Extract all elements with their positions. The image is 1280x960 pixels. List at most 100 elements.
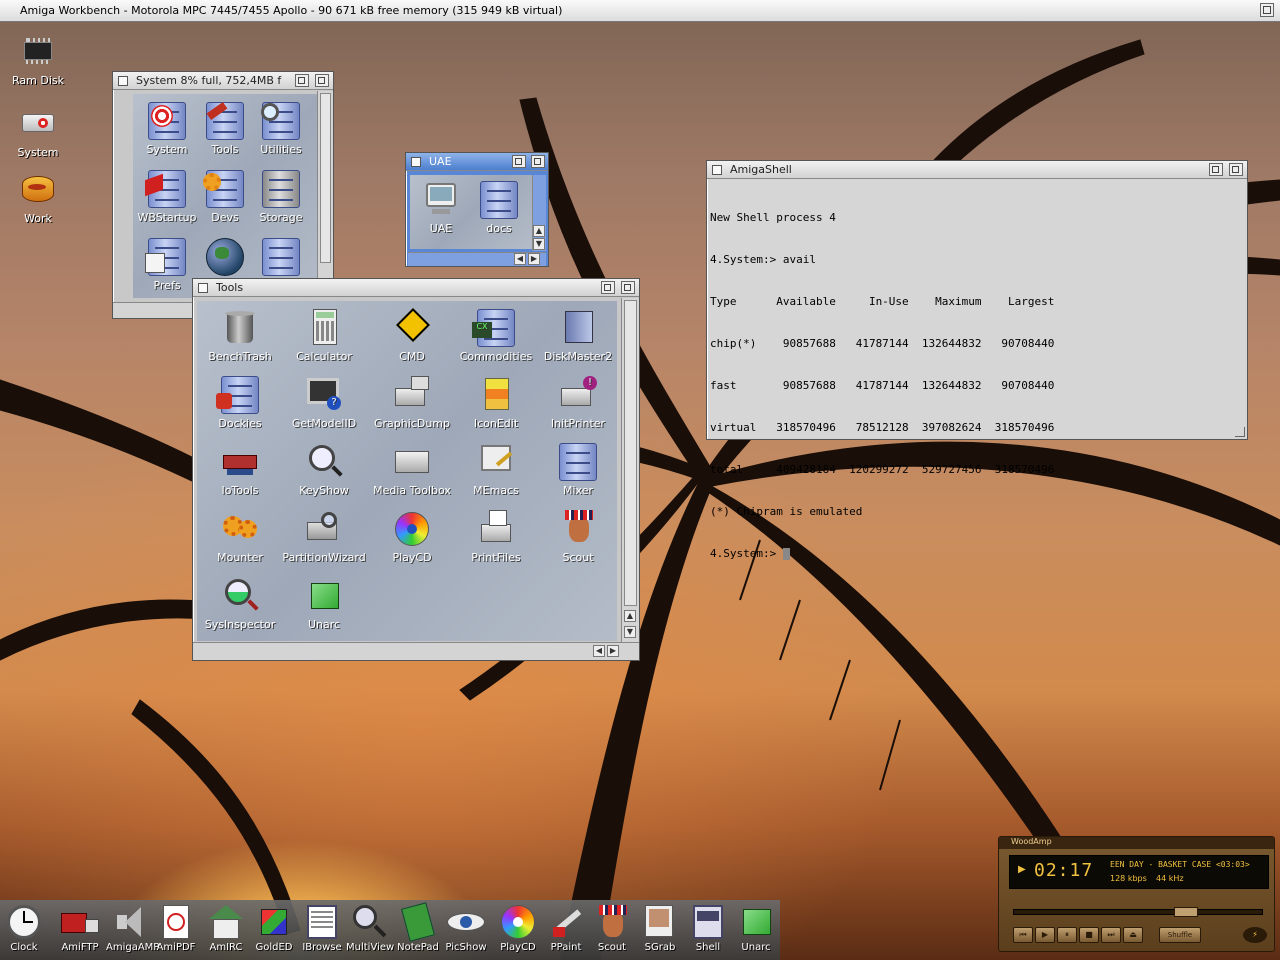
dock-item-golded[interactable]: GoldED [250, 903, 298, 953]
tool-icon-partitionwizard[interactable]: PartitionWizard [281, 510, 367, 564]
close-button[interactable] [411, 156, 421, 167]
tool-icon-scout[interactable]: Scout [535, 510, 617, 564]
tool-icon-calculator[interactable]: Calculator [281, 309, 367, 363]
uae-window-titlebar[interactable]: UAE [406, 153, 548, 171]
shuffle-button[interactable]: Shuffle [1159, 927, 1201, 943]
scroll-up-arrow[interactable]: ▲ [624, 610, 636, 622]
drawer-icon-devs[interactable]: Devs [195, 170, 255, 224]
vertical-scrollbar[interactable]: ▲ ▼ [532, 175, 546, 251]
tool-icon-unarc[interactable]: Unarc [281, 577, 367, 631]
depth-button[interactable] [315, 74, 329, 87]
woodamp-titlebar[interactable]: WoodAmp [999, 837, 1274, 849]
tool-icon-mixer[interactable]: Mixer [535, 443, 617, 497]
scroll-knob[interactable] [624, 300, 637, 606]
zoom-button[interactable] [601, 281, 615, 294]
lightning-icon[interactable]: ⚡ [1243, 927, 1267, 943]
dock-item-amirc[interactable]: AmIRC [202, 903, 250, 953]
tool-icon-memacs[interactable]: MEmacs [453, 443, 539, 497]
tool-icon-iotools[interactable]: IoTools [197, 443, 283, 497]
screen-depth-button[interactable] [1260, 3, 1274, 17]
dock-item-ibrowse[interactable]: IBrowse [298, 903, 346, 953]
dock-item-scout[interactable]: Scout [588, 903, 636, 953]
drawer-icon-system[interactable]: System [137, 102, 197, 156]
tool-icon-diskmaster2[interactable]: DiskMaster2 [535, 309, 617, 363]
woodamp-player[interactable]: WoodAmp ▶ 02:17 EEN DAY - BASKET CASE <0… [998, 836, 1275, 952]
desktop-icon-work[interactable]: Work [6, 170, 70, 225]
tool-icon-sysinspector[interactable]: SysInspector [197, 577, 283, 631]
vertical-scrollbar[interactable] [317, 91, 333, 299]
zoom-button[interactable] [295, 74, 309, 87]
next-button[interactable]: ⏭ [1101, 927, 1121, 943]
tool-icon-commodities[interactable]: CX Commodities [453, 309, 539, 363]
drawer-icon-globe[interactable] [195, 238, 255, 279]
shell-window-titlebar[interactable]: AmigaShell [707, 161, 1247, 179]
uae-drawer-window[interactable]: UAE UAE docs ▲ ▼ ◀ ▶ [405, 152, 549, 267]
dock-item-clock[interactable]: Clock [0, 903, 48, 953]
scroll-right-arrow[interactable]: ▶ [607, 645, 619, 657]
desktop-icon-ram-disk[interactable]: Ram Disk [6, 32, 70, 87]
tool-icon-playcd[interactable]: PlayCD [369, 510, 455, 564]
tool-icon-keyshow[interactable]: KeyShow [281, 443, 367, 497]
tool-icon-cmd[interactable]: CMD [369, 308, 455, 363]
dock-item-sgrab[interactable]: SGrab [636, 903, 684, 953]
close-button[interactable] [712, 164, 722, 175]
horizontal-scrollbar[interactable]: ◀ ▶ [193, 642, 639, 660]
seek-knob[interactable] [1174, 907, 1198, 917]
shell-output[interactable]: New Shell process 4 4.System:> avail Typ… [710, 183, 1230, 560]
tool-icon-printfiles[interactable]: PrintFiles [453, 510, 539, 564]
tool-icon-iconedit[interactable]: IconEdit [453, 376, 539, 430]
resize-gadget[interactable] [1235, 427, 1245, 437]
scroll-down-arrow[interactable]: ▼ [533, 238, 545, 250]
depth-button[interactable] [531, 155, 545, 168]
seek-bar[interactable] [1013, 907, 1263, 917]
scroll-right-arrow[interactable]: ▶ [528, 253, 540, 265]
scroll-up-arrow[interactable]: ▲ [533, 225, 545, 237]
drawer-icon-storage[interactable]: Storage [251, 170, 311, 224]
dock-item-multiview[interactable]: MultiView [346, 903, 394, 953]
close-button[interactable] [198, 282, 208, 293]
depth-button[interactable] [621, 281, 635, 294]
tool-icon-benchtrash[interactable]: BenchTrash [197, 309, 283, 363]
drawer-icon-unnamed[interactable] [251, 238, 311, 279]
desktop-icon-system[interactable]: System [6, 104, 70, 159]
dock-item-notepad[interactable]: NotePad [394, 902, 442, 953]
file-icon-uae[interactable]: UAE [410, 181, 472, 235]
drawer-icon-docs[interactable]: docs [468, 181, 530, 235]
dock-item-playcd[interactable]: PlayCD [494, 903, 542, 953]
dock-item-shell[interactable]: Shell [684, 903, 732, 953]
scroll-left-arrow[interactable]: ◀ [514, 253, 526, 265]
vertical-scrollbar[interactable]: ▲ ▼ [621, 298, 639, 642]
tools-drawer-window[interactable]: Tools BenchTrash Calculator CMD CX Commod… [192, 278, 640, 661]
tool-icon-media-toolbox[interactable]: Media Toolbox [369, 443, 455, 497]
dock-item-unarc[interactable]: Unarc [732, 903, 780, 953]
drawer-icon-tools[interactable]: Tools [195, 101, 255, 156]
tool-icon-mounter[interactable]: Mounter [197, 510, 283, 564]
dock-item-picshow[interactable]: PicShow [442, 903, 490, 953]
dock-item-amipdf[interactable]: AmiPDF [152, 903, 200, 953]
tool-icon-graphicdump[interactable]: GraphicDump [369, 376, 455, 430]
drawer-icon-prefs[interactable]: Prefs [137, 238, 197, 292]
tool-icon-initprinter[interactable]: ! InitPrinter [535, 376, 617, 430]
scroll-left-arrow[interactable]: ◀ [593, 645, 605, 657]
amigashell-window[interactable]: AmigaShell New Shell process 4 4.System:… [706, 160, 1248, 560]
depth-button[interactable] [1229, 163, 1243, 176]
drawer-icon-wbstartup[interactable]: WBStartup [137, 170, 197, 224]
zoom-button[interactable] [1209, 163, 1223, 176]
shell-prompt-line[interactable]: 4.System:> [710, 547, 1230, 561]
dock-item-ppaint[interactable]: PPaint [542, 903, 590, 953]
drawer-icon-utilities[interactable]: Utilities [251, 102, 311, 156]
dock-item-amiftp[interactable]: AmiFTP [56, 903, 104, 953]
prev-button[interactable]: ⏮ [1013, 927, 1033, 943]
zoom-button[interactable] [512, 155, 526, 168]
tool-icon-dockies[interactable]: Dockies [197, 376, 283, 430]
play-button[interactable]: ▶ [1035, 927, 1055, 943]
stop-button[interactable]: ■ [1079, 927, 1099, 943]
pause-button[interactable]: ⏸ [1057, 927, 1077, 943]
dock-item-amigaamp[interactable]: AmigaAMP [106, 903, 159, 953]
system-window-titlebar[interactable]: System 8% full, 752,4MB f [113, 72, 333, 90]
scroll-knob[interactable] [320, 93, 331, 263]
horizontal-scrollbar[interactable]: ◀ ▶ [408, 252, 546, 266]
tool-icon-getmodelid[interactable]: ? GetModelID [281, 376, 367, 430]
eject-button[interactable]: ⏏ [1123, 927, 1143, 943]
scroll-down-arrow[interactable]: ▼ [624, 626, 636, 638]
